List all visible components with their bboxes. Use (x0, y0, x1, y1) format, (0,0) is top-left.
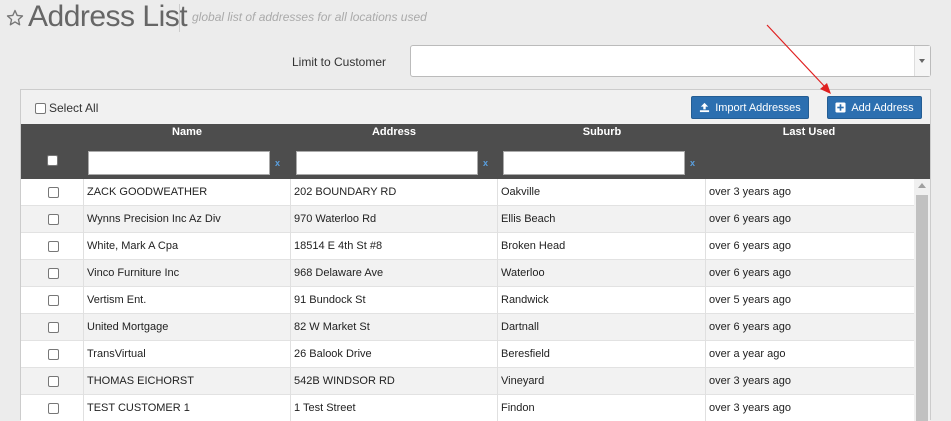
customer-select[interactable] (410, 45, 931, 77)
plus-square-icon (835, 102, 846, 113)
page-title: Address List (28, 0, 188, 33)
row-checkbox[interactable] (48, 376, 59, 387)
table-row[interactable]: TEST CUSTOMER 1 1 Test Street Findon ove… (21, 395, 914, 421)
row-checkbox[interactable] (48, 403, 59, 414)
name-filter-clear[interactable]: x (275, 158, 280, 168)
cell-last-used: over 6 years ago (705, 314, 914, 341)
cell-suburb: Waterloo (497, 260, 705, 287)
cell-address: 542B WINDSOR RD (290, 368, 497, 395)
star-icon[interactable] (6, 9, 24, 27)
add-address-label: Add Address (851, 101, 914, 114)
cell-name: Wynns Precision Inc Az Div (83, 206, 290, 233)
cell-name: Vinco Furniture Inc (83, 260, 290, 287)
cell-name: THOMAS EICHORST (83, 368, 290, 395)
title-divider (179, 4, 180, 32)
page-header: Address List global list of addresses fo… (0, 0, 951, 36)
name-filter-input[interactable] (88, 151, 270, 175)
column-header-address[interactable]: Address (294, 126, 494, 138)
cell-address: 1 Test Street (290, 395, 497, 421)
cell-last-used: over 3 years ago (705, 395, 914, 421)
table-row[interactable]: White, Mark A Cpa 18514 E 4th St #8 Brok… (21, 233, 914, 260)
page-subtitle: global list of addresses for all locatio… (192, 10, 427, 24)
cell-address: 970 Waterloo Rd (290, 206, 497, 233)
chevron-down-icon (919, 59, 925, 63)
scroll-up-icon[interactable] (918, 183, 926, 188)
cell-address: 26 Balook Drive (290, 341, 497, 368)
cell-suburb: Beresfield (497, 341, 705, 368)
table-row[interactable]: TransVirtual 26 Balook Drive Beresfield … (21, 341, 914, 368)
select-all-checkbox[interactable] (35, 102, 46, 114)
row-checkbox[interactable] (48, 241, 59, 252)
import-addresses-button[interactable]: Import Addresses (691, 96, 809, 119)
cell-last-used: over 5 years ago (705, 287, 914, 314)
cell-last-used: over 3 years ago (705, 368, 914, 395)
cell-last-used: over a year ago (705, 341, 914, 368)
suburb-filter-input[interactable] (503, 151, 685, 175)
add-address-button[interactable]: Add Address (827, 96, 922, 119)
cell-name: White, Mark A Cpa (83, 233, 290, 260)
cell-suburb: Dartnall (497, 314, 705, 341)
cell-address: 91 Bundock St (290, 287, 497, 314)
table-row[interactable]: United Mortgage 82 W Market St Dartnall … (21, 314, 914, 341)
row-checkbox[interactable] (48, 322, 59, 333)
cell-last-used: over 6 years ago (705, 206, 914, 233)
row-checkbox[interactable] (48, 268, 59, 279)
column-header-suburb[interactable]: Suburb (502, 126, 702, 138)
vertical-scrollbar[interactable] (914, 179, 930, 421)
cell-suburb: Ellis Beach (497, 206, 705, 233)
table-header: Name Address Suburb Last Used x x x (21, 124, 930, 179)
table-row[interactable]: Wynns Precision Inc Az Div 970 Waterloo … (21, 206, 914, 233)
select-all[interactable]: Select All (35, 101, 98, 115)
select-all-label: Select All (49, 101, 99, 115)
cell-last-used: over 6 years ago (705, 260, 914, 287)
cell-last-used: over 6 years ago (705, 233, 914, 260)
upload-icon (700, 102, 710, 113)
column-header-last-used[interactable]: Last Used (709, 126, 909, 138)
address-table-panel: Select All Import Addresses Add Address … (20, 89, 931, 421)
suburb-filter-clear[interactable]: x (690, 158, 695, 168)
cell-address: 82 W Market St (290, 314, 497, 341)
row-checkbox[interactable] (48, 214, 59, 225)
header-checkbox[interactable] (47, 155, 58, 166)
table-row[interactable]: Vinco Furniture Inc 968 Delaware Ave Wat… (21, 260, 914, 287)
import-addresses-label: Import Addresses (715, 101, 801, 114)
table-body: ZACK GOODWEATHER 202 BOUNDARY RD Oakvill… (21, 179, 914, 421)
table-toolbar: Select All Import Addresses Add Address (21, 90, 930, 124)
cell-suburb: Findon (497, 395, 705, 421)
cell-address: 202 BOUNDARY RD (290, 179, 497, 206)
cell-name: TransVirtual (83, 341, 290, 368)
cell-suburb: Randwick (497, 287, 705, 314)
scroll-thumb[interactable] (916, 195, 928, 421)
cell-last-used: over 3 years ago (705, 179, 914, 206)
cell-address: 968 Delaware Ave (290, 260, 497, 287)
cell-suburb: Broken Head (497, 233, 705, 260)
cell-name: Vertism Ent. (83, 287, 290, 314)
cell-name: ZACK GOODWEATHER (83, 179, 290, 206)
cell-suburb: Vineyard (497, 368, 705, 395)
cell-name: TEST CUSTOMER 1 (83, 395, 290, 421)
table-row[interactable]: Vertism Ent. 91 Bundock St Randwick over… (21, 287, 914, 314)
row-checkbox[interactable] (48, 349, 59, 360)
customer-select-toggle[interactable] (914, 46, 930, 76)
table-row[interactable]: THOMAS EICHORST 542B WINDSOR RD Vineyard… (21, 368, 914, 395)
cell-name: United Mortgage (83, 314, 290, 341)
row-checkbox[interactable] (48, 187, 59, 198)
address-filter-clear[interactable]: x (483, 158, 488, 168)
table-row[interactable]: ZACK GOODWEATHER 202 BOUNDARY RD Oakvill… (21, 179, 914, 206)
cell-suburb: Oakville (497, 179, 705, 206)
address-filter-input[interactable] (296, 151, 478, 175)
limit-to-customer-label: Limit to Customer (292, 55, 387, 69)
column-header-name[interactable]: Name (87, 126, 287, 138)
cell-address: 18514 E 4th St #8 (290, 233, 497, 260)
row-checkbox[interactable] (48, 295, 59, 306)
